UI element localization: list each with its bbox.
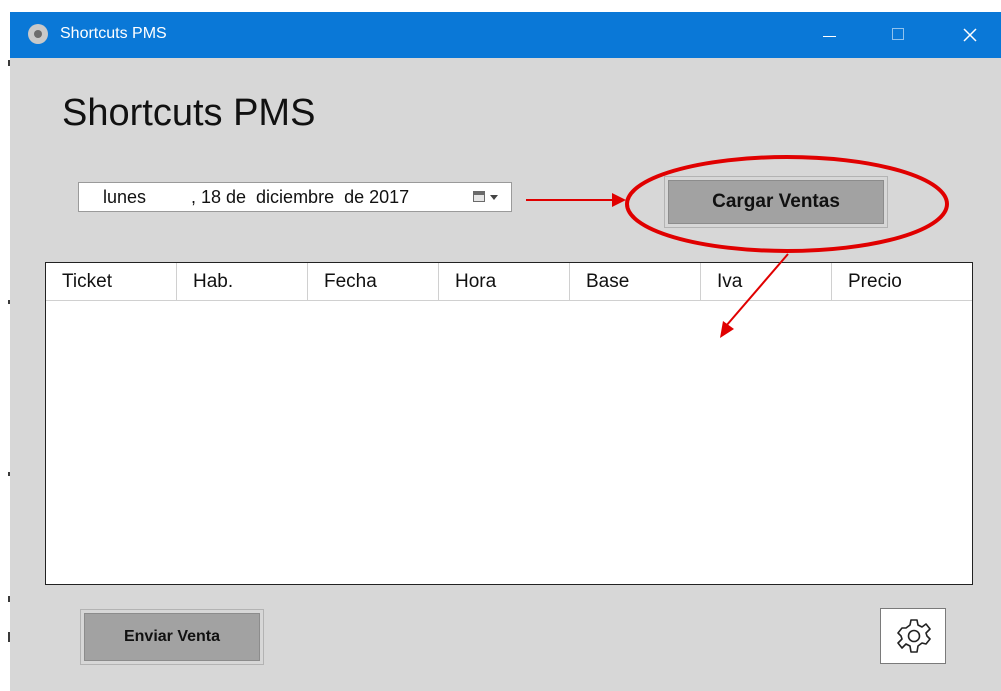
annotation-arrow-to-grid (720, 253, 789, 338)
calendar-icon[interactable] (473, 191, 485, 202)
window-title: Shortcuts PMS (60, 25, 167, 42)
app-icon (28, 24, 48, 44)
chevron-down-icon[interactable] (490, 195, 498, 200)
column-header-hora[interactable]: Hora (439, 263, 570, 300)
settings-button[interactable] (880, 608, 946, 664)
page-title: Shortcuts PMS (62, 92, 316, 134)
app-window: Shortcuts PMS Shortcuts PMS lunes , 18 d… (10, 12, 1001, 691)
grid-header: Ticket Hab. Fecha Hora Base Iva Precio (46, 263, 972, 301)
gear-icon (897, 619, 931, 653)
desktop-edge (0, 0, 10, 691)
date-value[interactable]: , 18 de diciembre de 2017 (191, 187, 409, 208)
sales-grid[interactable]: Ticket Hab. Fecha Hora Base Iva Precio (45, 262, 973, 585)
annotation-circle (625, 155, 949, 253)
column-header-base[interactable]: Base (570, 263, 701, 300)
maximize-button[interactable] (876, 12, 922, 58)
column-header-hab[interactable]: Hab. (177, 263, 308, 300)
date-day-name[interactable]: lunes (103, 187, 146, 208)
column-header-precio[interactable]: Precio (832, 263, 972, 300)
column-header-ticket[interactable]: Ticket (46, 263, 177, 300)
minimize-button[interactable] (806, 12, 852, 58)
send-sale-button[interactable]: Enviar Venta (84, 613, 260, 661)
date-picker[interactable]: lunes , 18 de diciembre de 2017 (78, 182, 512, 212)
title-bar: Shortcuts PMS (10, 12, 1001, 58)
close-button[interactable] (946, 12, 992, 58)
send-sale-button-frame[interactable]: Enviar Venta (80, 609, 264, 665)
column-header-fecha[interactable]: Fecha (308, 263, 439, 300)
annotation-arrow-to-button (526, 193, 626, 207)
close-icon (963, 28, 977, 42)
